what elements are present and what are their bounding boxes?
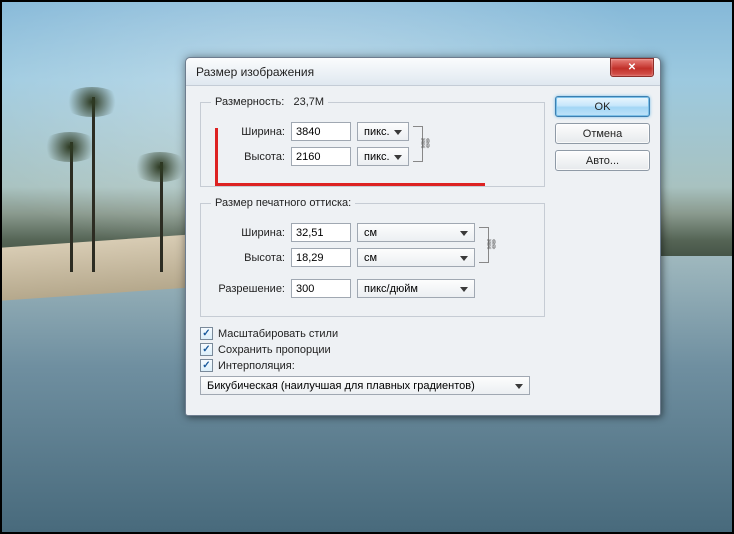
ok-button[interactable]: OK bbox=[555, 96, 650, 117]
dialog-right-column: OK Отмена Авто... bbox=[555, 96, 650, 401]
print-height-unit-select[interactable]: см bbox=[357, 248, 475, 267]
dialog-left-column: Размерность: 23,7M Ширина: пикс. bbox=[200, 96, 545, 401]
resolution-unit-select[interactable]: пикс/дюйм bbox=[357, 279, 475, 298]
pixel-width-unit-select[interactable]: пикс. bbox=[357, 122, 409, 141]
print-width-label: Ширина: bbox=[211, 227, 285, 239]
constrain-checkbox-row[interactable]: Сохранить пропорции bbox=[200, 343, 545, 356]
interpolation-select[interactable]: Бикубическая (наилучшая для плавных град… bbox=[200, 376, 530, 395]
chain-link-icon: ⛓ bbox=[419, 139, 432, 150]
pixel-height-label: Высота: bbox=[211, 151, 285, 163]
background-palm bbox=[160, 162, 163, 272]
resolution-label: Разрешение: bbox=[211, 283, 285, 295]
resample-label: Интерполяция: bbox=[218, 360, 295, 372]
pixel-height-input[interactable] bbox=[291, 147, 351, 166]
resample-checkbox-row[interactable]: Интерполяция: bbox=[200, 359, 545, 372]
print-width-row: Ширина: см bbox=[211, 223, 475, 242]
pixel-height-unit-select[interactable]: пикс. bbox=[357, 147, 409, 166]
print-size-legend: Размер печатного оттиска: bbox=[211, 197, 355, 209]
scale-styles-label: Масштабировать стили bbox=[218, 328, 338, 340]
print-link-bracket: ⛓ bbox=[479, 227, 489, 263]
print-height-label: Высота: bbox=[211, 252, 285, 264]
cancel-button[interactable]: Отмена bbox=[555, 123, 650, 144]
print-height-row: Высота: см bbox=[211, 248, 475, 267]
pixel-width-row: Ширина: пикс. bbox=[211, 122, 409, 141]
pixel-height-row: Высота: пикс. bbox=[211, 147, 409, 166]
dialog-titlebar[interactable]: Размер изображения ✕ bbox=[186, 58, 660, 86]
resolution-input[interactable] bbox=[291, 279, 351, 298]
dialog-body: Размерность: 23,7M Ширина: пикс. bbox=[186, 86, 660, 415]
pixel-width-label: Ширина: bbox=[211, 126, 285, 138]
pixel-width-input[interactable] bbox=[291, 122, 351, 141]
close-icon: ✕ bbox=[628, 62, 636, 73]
pixel-link-bracket: ⛓ bbox=[413, 126, 423, 162]
resolution-row: Разрешение: пикс/дюйм bbox=[211, 279, 534, 298]
auto-button[interactable]: Авто... bbox=[555, 150, 650, 171]
background-palm bbox=[92, 97, 95, 272]
pixel-dimensions-legend: Размерность: 23,7M bbox=[211, 96, 328, 108]
scale-styles-checkbox[interactable] bbox=[200, 327, 213, 340]
print-width-unit-select[interactable]: см bbox=[357, 223, 475, 242]
background-palm bbox=[70, 142, 73, 272]
pixel-size-value: 23,7M bbox=[294, 96, 325, 108]
resample-checkbox[interactable] bbox=[200, 359, 213, 372]
print-size-group: Размер печатного оттиска: Ширина: см Выс… bbox=[200, 197, 545, 317]
close-button[interactable]: ✕ bbox=[610, 58, 654, 77]
pixel-dimensions-group: Размерность: 23,7M Ширина: пикс. bbox=[200, 96, 545, 187]
image-size-dialog: Размер изображения ✕ Размерность: 23,7M … bbox=[185, 57, 661, 416]
constrain-label: Сохранить пропорции bbox=[218, 344, 331, 356]
constrain-checkbox[interactable] bbox=[200, 343, 213, 356]
dialog-title: Размер изображения bbox=[196, 65, 610, 79]
print-width-input[interactable] bbox=[291, 223, 351, 242]
chain-link-icon: ⛓ bbox=[485, 240, 498, 251]
print-height-input[interactable] bbox=[291, 248, 351, 267]
scale-styles-checkbox-row[interactable]: Масштабировать стили bbox=[200, 327, 545, 340]
